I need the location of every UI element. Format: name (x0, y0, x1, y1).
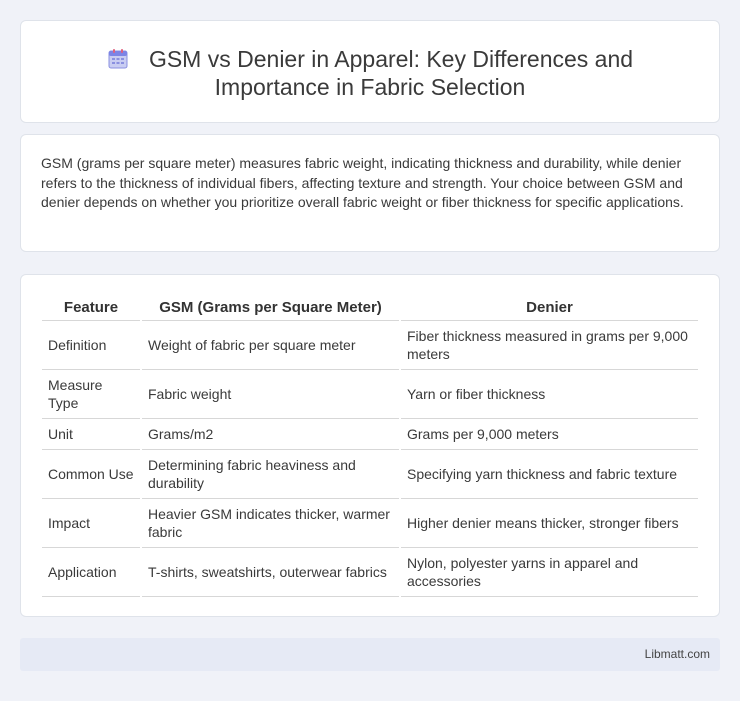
column-header: Feature (42, 295, 141, 321)
table-row: Definition Weight of fabric per square m… (42, 320, 698, 370)
column-header: Denier (399, 295, 698, 321)
column-header: GSM (Grams per Square Meter) (140, 295, 400, 321)
table-cell: Weight of fabric per square meter (140, 320, 400, 370)
table-cell: Higher denier means thicker, stronger fi… (399, 498, 698, 548)
table-cell: Measure Type (42, 369, 141, 419)
table-cell: Yarn or fiber thickness (399, 369, 698, 419)
page-title: GSM vs Denier in Apparel: Key Difference… (21, 45, 719, 101)
table-cell: Application (42, 547, 141, 597)
table-row: Common Use Determining fabric heaviness … (42, 449, 698, 499)
footer-site-link[interactable]: Libmatt.com (645, 647, 710, 661)
table-cell: Common Use (42, 449, 141, 499)
summary-text: GSM (grams per square meter) measures fa… (41, 155, 684, 210)
table-cell: Specifying yarn thickness and fabric tex… (399, 449, 698, 499)
comparison-table: Feature GSM (Grams per Square Meter) Den… (42, 295, 698, 597)
table-cell: Nylon, polyester yarns in apparel and ac… (399, 547, 698, 597)
table-cell: Fiber thickness measured in grams per 9,… (399, 320, 698, 370)
comparison-table-card: Feature GSM (Grams per Square Meter) Den… (20, 274, 720, 617)
table-cell: Impact (42, 498, 141, 548)
table-cell: Unit (42, 418, 141, 450)
table-cell: T-shirts, sweatshirts, outerwear fabrics (140, 547, 400, 597)
table-row: Measure Type Fabric weight Yarn or fiber… (42, 369, 698, 419)
summary-card: GSM (grams per square meter) measures fa… (20, 134, 720, 252)
table-header-row: Feature GSM (Grams per Square Meter) Den… (42, 295, 698, 321)
table-cell: Grams/m2 (140, 418, 400, 450)
table-cell: Heavier GSM indicates thicker, warmer fa… (140, 498, 400, 548)
table-cell: Fabric weight (140, 369, 400, 419)
table-cell: Grams per 9,000 meters (399, 418, 698, 450)
table-row: Unit Grams/m2 Grams per 9,000 meters (42, 418, 698, 450)
calendar-icon (108, 49, 128, 69)
table-cell: Definition (42, 320, 141, 370)
table-row: Impact Heavier GSM indicates thicker, wa… (42, 498, 698, 548)
title-line-2: Importance in Fabric Selection (214, 74, 526, 100)
title-card: GSM vs Denier in Apparel: Key Difference… (20, 20, 720, 123)
table-row: Application T-shirts, sweatshirts, outer… (42, 547, 698, 597)
footer: Libmatt.com (20, 638, 720, 671)
title-line-1: GSM vs Denier in Apparel: Key Difference… (148, 46, 634, 72)
table-cell: Determining fabric heaviness and durabil… (140, 449, 400, 499)
